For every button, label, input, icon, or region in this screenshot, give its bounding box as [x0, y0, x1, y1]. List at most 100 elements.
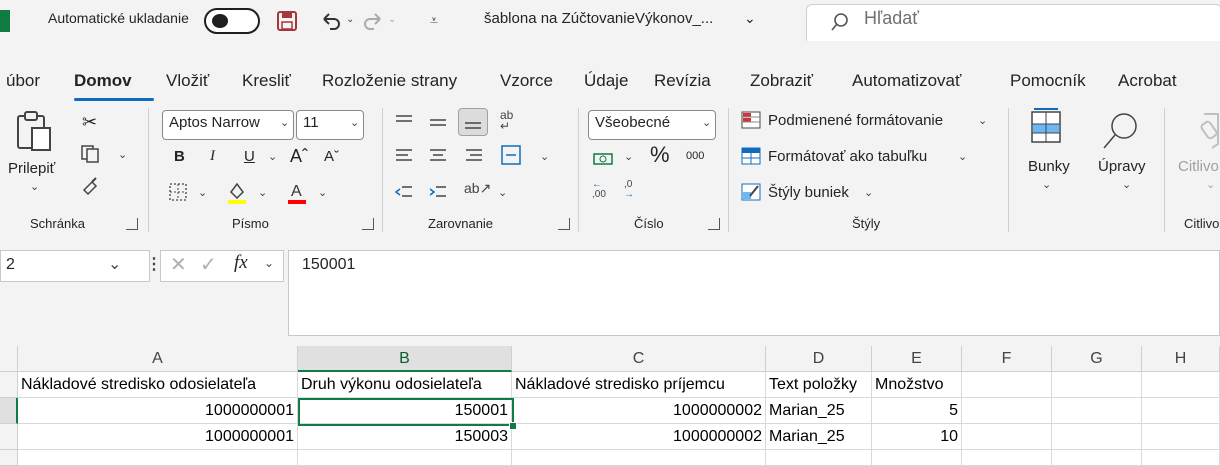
formula-input[interactable]	[288, 250, 1220, 336]
insert-function-icon[interactable]: fx	[234, 252, 248, 274]
enter-icon[interactable]: ✓	[200, 252, 217, 277]
sensitivity-dropdown-icon[interactable]: ⌄	[1206, 178, 1215, 191]
underline-button[interactable]: U	[244, 148, 255, 165]
column-header-b[interactable]: B	[298, 346, 512, 372]
table-cell[interactable]	[962, 450, 1052, 466]
tab-page-layout[interactable]: Rozloženie strany	[322, 71, 457, 91]
orientation-icon[interactable]: ab↗	[464, 180, 491, 197]
orientation-dropdown-icon[interactable]: ⌄	[498, 186, 507, 199]
insert-function-chevron-icon[interactable]: ⌄	[264, 256, 274, 270]
row-header[interactable]	[0, 372, 18, 398]
undo-icon[interactable]	[320, 10, 342, 32]
font-launcher-icon[interactable]	[362, 218, 374, 230]
column-header-e[interactable]: E	[872, 346, 962, 372]
tab-data[interactable]: Údaje	[584, 71, 628, 91]
column-header-f[interactable]: F	[962, 346, 1052, 372]
table-cell[interactable]	[1052, 398, 1142, 424]
align-left-icon[interactable]	[394, 146, 414, 166]
editing-dropdown-icon[interactable]: ⌄	[1122, 178, 1131, 191]
font-color-dropdown-icon[interactable]: ⌄	[318, 186, 327, 199]
file-name-chevron-icon[interactable]: ⌄	[744, 10, 756, 27]
merge-center-icon[interactable]	[500, 144, 522, 166]
table-cell[interactable]	[298, 450, 512, 466]
align-right-icon[interactable]	[464, 146, 484, 166]
font-color-icon[interactable]: A	[286, 180, 308, 206]
table-cell[interactable]: 150003	[298, 424, 512, 450]
cell-styles-button[interactable]: Štýly buniek	[768, 184, 849, 201]
table-cell[interactable]	[1052, 372, 1142, 398]
customize-toolbar-icon[interactable]: ⩡	[430, 12, 438, 29]
decrease-font-button[interactable]: Aˇ	[324, 148, 339, 165]
increase-indent-icon[interactable]	[428, 182, 448, 202]
tab-home[interactable]: Domov	[74, 71, 132, 91]
cells-dropdown-icon[interactable]: ⌄	[1042, 178, 1051, 191]
merge-dropdown-icon[interactable]: ⌄	[540, 150, 549, 163]
table-cell[interactable]: Množstvo	[872, 372, 962, 398]
column-header-c[interactable]: C	[512, 346, 766, 372]
tab-formulas[interactable]: Vzorce	[500, 71, 553, 91]
fill-color-dropdown-icon[interactable]: ⌄	[258, 186, 267, 199]
underline-dropdown-icon[interactable]: ⌄	[268, 150, 277, 163]
bottom-align-icon[interactable]	[458, 108, 488, 136]
table-cell[interactable]: Nákladové stredisko príjemcu	[512, 372, 766, 398]
search-input[interactable]: Hľadať	[864, 8, 919, 29]
comma-style-button[interactable]: 000	[686, 150, 704, 162]
row-header[interactable]	[0, 398, 18, 424]
font-name-dropdown[interactable]: Aptos Narrow	[162, 110, 294, 140]
decrease-indent-icon[interactable]	[394, 182, 414, 202]
paste-dropdown-icon[interactable]: ⌄	[30, 180, 39, 193]
top-align-icon[interactable]	[394, 112, 414, 132]
name-box-chevron-icon[interactable]: ⌄	[108, 254, 121, 274]
tab-view[interactable]: Zobraziť	[750, 71, 813, 91]
table-cell[interactable]	[1142, 450, 1220, 466]
table-cell[interactable]	[1052, 450, 1142, 466]
tab-file[interactable]: úbor	[6, 71, 40, 91]
paste-label[interactable]: Prilepiť	[8, 160, 55, 177]
fill-handle[interactable]	[509, 422, 517, 430]
borders-icon[interactable]	[168, 182, 188, 202]
column-header-a[interactable]: A	[18, 346, 298, 372]
number-launcher-icon[interactable]	[708, 218, 720, 230]
align-center-icon[interactable]	[428, 146, 448, 166]
table-cell[interactable]	[872, 450, 962, 466]
conditional-formatting-button[interactable]: Podmienené formátovanie	[768, 112, 943, 129]
table-cell[interactable]: Nákladové stredisko odosielateľa	[18, 372, 298, 398]
tab-review[interactable]: Revízia	[654, 71, 711, 91]
wrap-text-icon[interactable]: ab ↵	[500, 109, 513, 132]
autosave-toggle[interactable]	[204, 8, 260, 34]
table-cell[interactable]	[18, 450, 298, 466]
copy-dropdown-icon[interactable]: ⌄	[118, 148, 127, 161]
format-as-table-dropdown-icon[interactable]: ⌄	[958, 150, 967, 163]
column-header-h[interactable]: H	[1142, 346, 1220, 372]
table-cell[interactable]	[1142, 398, 1220, 424]
undo-dropdown-icon[interactable]: ⌄	[346, 14, 354, 25]
table-cell[interactable]	[962, 372, 1052, 398]
accounting-format-icon[interactable]	[592, 148, 614, 168]
table-cell[interactable]	[1142, 372, 1220, 398]
font-name-chevron-icon[interactable]: ⌄	[280, 116, 289, 129]
cell-styles-icon[interactable]	[740, 182, 762, 202]
cell-styles-dropdown-icon[interactable]: ⌄	[864, 186, 873, 199]
increase-font-button[interactable]: Aˆ	[290, 146, 308, 167]
accounting-dropdown-icon[interactable]: ⌄	[624, 150, 633, 163]
cancel-icon[interactable]: ✕	[170, 252, 187, 277]
name-box[interactable]	[0, 250, 150, 282]
table-cell[interactable]	[1052, 424, 1142, 450]
format-as-table-icon[interactable]	[740, 146, 762, 166]
table-cell[interactable]	[1142, 424, 1220, 450]
column-header-d[interactable]: D	[766, 346, 872, 372]
conditional-formatting-icon[interactable]	[740, 110, 762, 130]
cells-icon[interactable]	[1028, 108, 1064, 148]
tab-acrobat[interactable]: Acrobat	[1118, 71, 1177, 91]
table-cell[interactable]: 1000000002	[512, 424, 766, 450]
table-cell[interactable]: 1000000002	[512, 398, 766, 424]
percent-button[interactable]: %	[650, 142, 670, 168]
tab-insert[interactable]: Vložiť	[166, 71, 209, 91]
cells-button[interactable]: Bunky	[1028, 158, 1070, 175]
save-icon[interactable]	[276, 10, 298, 32]
table-cell[interactable]: Marian_25	[766, 398, 872, 424]
table-cell[interactable]: Druh výkonu odosielateľa	[298, 372, 512, 398]
paste-icon[interactable]	[14, 110, 54, 154]
alignment-launcher-icon[interactable]	[558, 218, 570, 230]
tab-automate[interactable]: Automatizovať	[852, 71, 961, 91]
